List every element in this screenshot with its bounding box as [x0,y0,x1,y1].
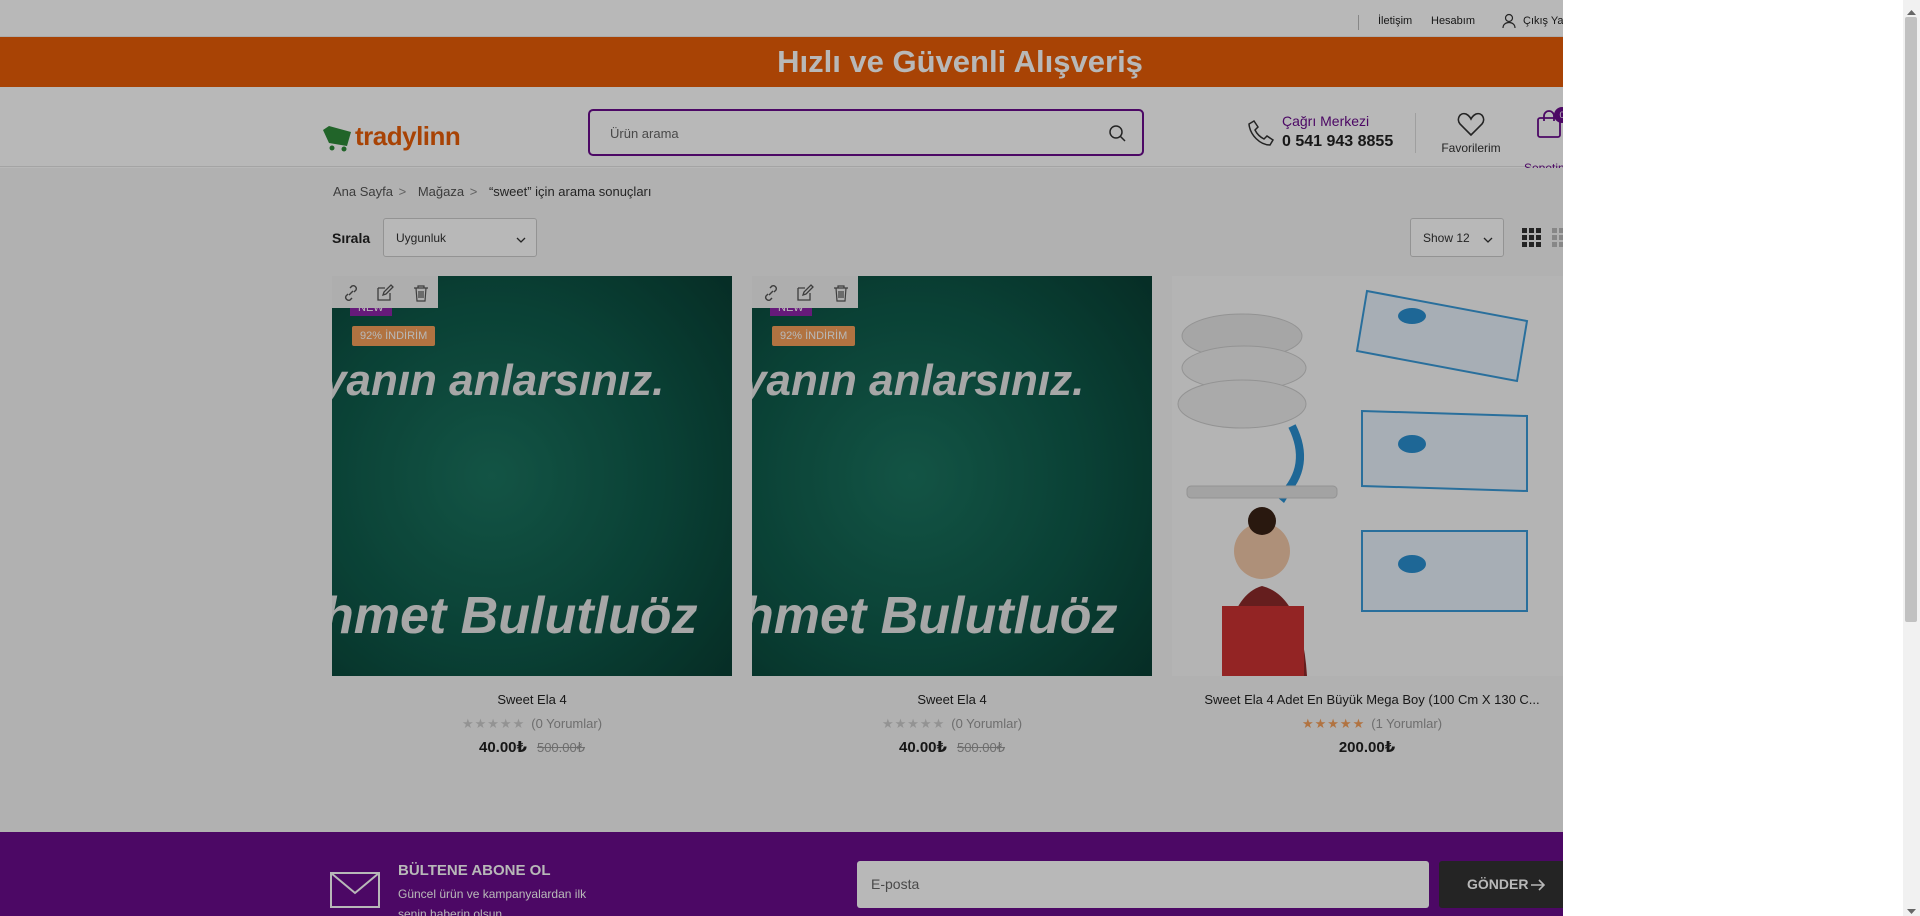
scrollbar[interactable] [1903,0,1920,916]
scroll-down-arrow-icon[interactable] [1907,903,1916,914]
side-drawer-panel [1563,0,1903,916]
page: İletişim Hesabım Çıkış Ya Hızlı ve Güven… [0,0,1920,916]
page-overlay[interactable] [0,0,1563,916]
scroll-up-arrow-icon[interactable] [1907,4,1916,15]
scrollbar-thumb[interactable] [1905,17,1917,622]
